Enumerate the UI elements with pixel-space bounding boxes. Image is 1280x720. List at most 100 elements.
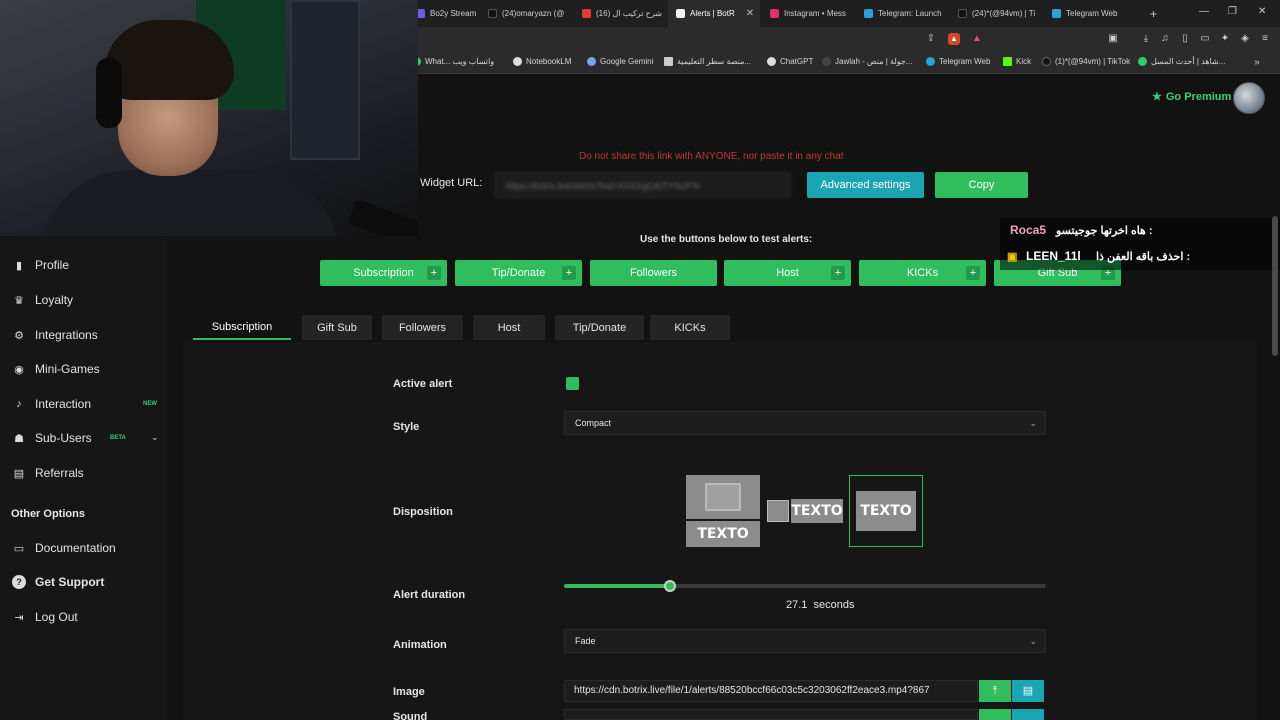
chat-message: احذف باقه العفن ذا :	[1096, 251, 1191, 263]
scrollbar[interactable]	[1272, 216, 1278, 356]
instagram-icon	[770, 9, 779, 18]
gallery-icon[interactable]	[1012, 709, 1044, 720]
new-tab-button[interactable]: +	[1142, 0, 1162, 27]
browser-tab[interactable]: (24)omaryazn (@	[480, 0, 572, 27]
minimize-icon[interactable]: —	[1199, 6, 1209, 17]
menu-icon[interactable]: ≡	[1259, 33, 1271, 45]
browser-tab[interactable]: Instagram • Mess	[762, 0, 854, 27]
sidebar-item-mini-games[interactable]: ◉ Mini-Games	[12, 362, 100, 376]
test-followers-button[interactable]: Followers	[590, 260, 717, 286]
chevron-down-icon[interactable]: ⌄	[151, 432, 159, 443]
tab-followers[interactable]: Followers	[382, 315, 463, 340]
style-label: Style	[393, 421, 420, 433]
disposition-option-overlay-selected[interactable]: TEXTO	[849, 475, 923, 547]
botrix-icon	[676, 9, 685, 18]
trophy-icon: ♛	[14, 294, 24, 307]
upload-icon[interactable]: ⤒	[979, 680, 1011, 702]
gallery-icon[interactable]: ▤	[1012, 680, 1044, 702]
browser-tab[interactable]: Telegram: Launch	[856, 0, 948, 27]
music-icon: ♪	[16, 398, 22, 410]
sidebar-item-integrations[interactable]: ⚙ Integrations	[12, 328, 98, 342]
sidebar-item-get-support[interactable]: ? Get Support	[12, 575, 104, 589]
bookmark-item[interactable]: Kick	[1003, 57, 1031, 66]
microphone-icon	[347, 198, 418, 236]
bookmark-item[interactable]: What... واتساب ويب	[412, 57, 494, 66]
sidebar-item-documentation[interactable]: ▭ Documentation	[12, 541, 116, 555]
bookmark-item[interactable]: (1)*(@94vm) | TikTok	[1042, 57, 1130, 66]
test-kicks-button[interactable]: KICKs +	[859, 260, 986, 286]
jawlah-icon	[822, 57, 831, 66]
close-window-icon[interactable]: ✕	[1258, 6, 1266, 17]
tiktok-icon	[488, 9, 497, 18]
tab-subscription[interactable]: Subscription	[193, 315, 291, 340]
browser-tab[interactable]: Bo2y Stream	[408, 0, 480, 27]
notebooklm-icon	[513, 57, 522, 66]
share-icon[interactable]: ⇪	[925, 33, 937, 45]
bookmark-item[interactable]: NotebookLM	[513, 57, 571, 66]
tab-tip-donate[interactable]: Tip/Donate	[555, 315, 644, 340]
close-tab-icon[interactable]: ✕	[746, 8, 754, 19]
chevron-right-icon[interactable]: »	[1251, 57, 1263, 69]
sidebar-item-referrals[interactable]: ▤ Referrals	[12, 466, 84, 480]
tab-kicks[interactable]: KICKs	[650, 315, 730, 340]
browser-tab[interactable]: (24)*(@94vm) | Ti	[950, 0, 1042, 27]
browser-tab[interactable]: (16) شرح تركيب ال	[574, 0, 666, 27]
sound-label: Sound	[393, 711, 428, 720]
alert-duration-slider[interactable]	[564, 580, 1046, 592]
avatar[interactable]	[1233, 82, 1265, 114]
bookmark-item[interactable]: Google Gemini	[587, 57, 653, 66]
disposition-option-side[interactable]: TEXTO	[767, 475, 843, 547]
leo-icon[interactable]: ✦	[1219, 33, 1231, 45]
test-tip-button[interactable]: Tip/Donate +	[455, 260, 582, 286]
style-select[interactable]: Compact ⌄	[564, 411, 1046, 435]
alert-duration-value: 27.1 seconds	[786, 599, 855, 611]
test-host-button[interactable]: Host +	[724, 260, 851, 286]
wallet-icon[interactable]: ▭	[1199, 33, 1211, 45]
active-alert-label: Active alert	[393, 378, 453, 390]
sidebar-item-loyalty[interactable]: ♛ Loyalty	[12, 293, 73, 307]
vpn-icon[interactable]: ◈	[1239, 33, 1251, 45]
download-icon[interactable]: ⤓	[1140, 33, 1152, 45]
slider-thumb[interactable]	[664, 580, 676, 592]
sidebar-item-profile[interactable]: ▮ Profile	[12, 258, 69, 272]
webcam-overlay	[0, 0, 418, 236]
disposition-label: Disposition	[393, 506, 453, 518]
bookmark-item[interactable]: شاهد | أحدث المسل...	[1138, 57, 1225, 66]
advanced-settings-button[interactable]: Advanced settings	[807, 172, 924, 198]
bookmark-item[interactable]: Telegram Web	[926, 57, 990, 66]
image-url-field[interactable]: https://cdn.botrix.live/file/1/alerts/88…	[564, 680, 978, 702]
image-label: Image	[393, 686, 425, 698]
bookmark-item[interactable]: منصة سطر التعليمية...	[664, 57, 751, 66]
tab-host[interactable]: Host	[473, 315, 545, 340]
media-icon[interactable]: ♫	[1159, 33, 1171, 45]
test-alerts-label: Use the buttons below to test alerts:	[640, 234, 813, 245]
bookmark-item[interactable]: ChatGPT	[767, 57, 813, 66]
sound-url-field[interactable]	[564, 709, 978, 720]
widget-url-field[interactable]: https://botrix.live/alerts?bid=XXXXgCAtT…	[495, 172, 791, 198]
chat-message: هاه اخرتها جوجيتسو :	[1056, 225, 1153, 237]
sidebar-toggle-icon[interactable]: ▣	[1107, 33, 1119, 45]
sidebar-item-interaction[interactable]: ♪ Interaction	[12, 397, 91, 411]
rewards-icon[interactable]: ▲	[971, 33, 983, 45]
plus-icon: +	[831, 266, 845, 280]
brave-shield-icon[interactable]: ▲	[948, 33, 960, 45]
upload-icon[interactable]	[979, 709, 1011, 720]
sidebar-item-sub-users[interactable]: ☗ Sub-Users	[12, 431, 92, 445]
disposition-option-stacked[interactable]: TEXTO	[686, 475, 760, 547]
chat-username: Roca5	[1010, 223, 1047, 237]
sidebar-item-log-out[interactable]: ⇥ Log Out	[12, 610, 77, 624]
tiktok-icon	[1042, 57, 1051, 66]
test-subscription-button[interactable]: Subscription +	[320, 260, 447, 286]
gemini-icon	[587, 57, 596, 66]
browser-tab-active[interactable]: Alerts | BotR ✕	[668, 0, 760, 27]
go-premium-link[interactable]: ★ Go Premium	[1152, 90, 1231, 104]
bookmark-item[interactable]: Jawlah - جولة | منص...	[822, 57, 913, 66]
tab-gift-sub[interactable]: Gift Sub	[302, 315, 372, 340]
panel-icon[interactable]: ▯	[1179, 33, 1191, 45]
active-alert-checkbox[interactable]	[566, 377, 579, 390]
browser-tab[interactable]: Telegram Web	[1044, 0, 1136, 27]
shahid-icon	[1138, 57, 1147, 66]
copy-button[interactable]: Copy	[935, 172, 1028, 198]
animation-select[interactable]: Fade ⌄	[564, 629, 1046, 653]
maximize-icon[interactable]: ❐	[1228, 6, 1237, 17]
